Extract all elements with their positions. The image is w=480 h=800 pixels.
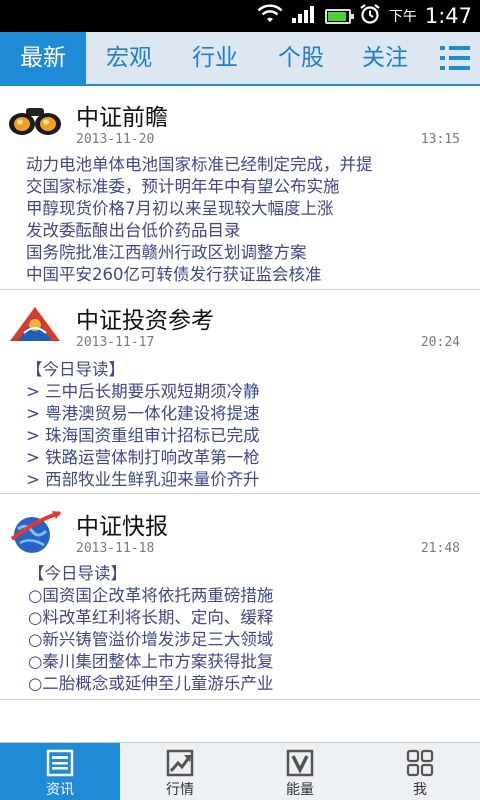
- clock-ampm: 下午: [388, 9, 417, 25]
- feed-card[interactable]: 中证快报 2013-11-18 21:48 【今日导读】 ○国资国企改革将依托两…: [0, 495, 480, 700]
- news-icon: [46, 749, 74, 777]
- signal-icon: [291, 4, 317, 28]
- nav-label: 行情: [166, 782, 194, 798]
- nav-label: 我: [413, 782, 427, 798]
- headline-item[interactable]: 发改委酝酿出台低价药品目录: [26, 220, 470, 242]
- nav-news[interactable]: 资讯: [0, 743, 120, 800]
- headline-item[interactable]: ○料改革红利将长期、定向、缓释: [28, 607, 470, 629]
- category-tab-bar: 最新 宏观 行业 个股 关注: [0, 32, 480, 86]
- list-menu-icon[interactable]: [440, 44, 470, 72]
- headline-item[interactable]: 中国平安260亿可转债发行获证监会核准: [26, 264, 470, 286]
- headline-list: 【今日导读】 ○国资国企改革将依托两重磅措施 ○料改革红利将长期、定向、缓释 ○…: [28, 563, 470, 695]
- nav-label: 资讯: [46, 782, 74, 798]
- headline-item[interactable]: 动力电池单体电池国家标准已经制定完成，并提: [26, 154, 470, 176]
- card-time: 21:48: [420, 541, 460, 556]
- headline-item[interactable]: ○秦川集团整体上市方案获得批复: [28, 651, 470, 673]
- nav-market[interactable]: 行情: [120, 743, 240, 800]
- wifi-icon: [257, 4, 283, 28]
- headline-item[interactable]: > 珠海国资重组审计招标已完成: [26, 425, 470, 447]
- binoculars-icon: [8, 102, 62, 148]
- bottom-nav: 资讯 行情 能量 我: [0, 742, 480, 800]
- card-title: 中证前瞻: [76, 105, 168, 131]
- card-date: 2013-11-18: [76, 541, 155, 556]
- alarm-icon: [359, 3, 381, 29]
- headline-item[interactable]: 交国家标准委，预计明年年中有望公布实施: [26, 176, 470, 198]
- news-feed: 中证前瞻 2013-11-20 13:15 动力电池单体电池国家标准已经制定完成…: [0, 88, 480, 742]
- nav-me[interactable]: 我: [360, 743, 480, 800]
- card-title: 中证快报: [76, 514, 168, 540]
- headline-item[interactable]: > 粤港澳贸易一体化建设将提速: [26, 403, 470, 425]
- energy-v-icon: [286, 749, 314, 777]
- feed-card[interactable]: 中证投资参考 2013-11-17 20:24 【今日导读】 > 三中后长期要乐…: [0, 291, 480, 494]
- card-date: 2013-11-20: [76, 132, 155, 147]
- digest-heading: 【今日导读】: [26, 360, 125, 379]
- status-bar: 下午 1:47: [0, 0, 480, 32]
- headline-list: 【今日导读】 > 三中后长期要乐观短期须冷静 > 粤港澳贸易一体化建设将提速 >…: [26, 359, 470, 491]
- headline-item[interactable]: > 三中后长期要乐观短期须冷静: [26, 381, 470, 403]
- tab-macro[interactable]: 宏观: [86, 32, 172, 84]
- digest-heading: 【今日导读】: [28, 564, 127, 583]
- tab-stocks[interactable]: 个股: [258, 32, 344, 84]
- headline-item[interactable]: 甲醇现货价格7月初以来呈现较大幅度上涨: [26, 198, 470, 220]
- card-time: 13:15: [420, 132, 460, 147]
- card-date: 2013-11-17: [76, 335, 155, 350]
- globe-express-logo: [8, 509, 62, 555]
- headline-item[interactable]: ○国资国企改革将依托两重磅措施: [28, 585, 470, 607]
- card-title: 中证投资参考: [76, 308, 214, 334]
- nav-energy[interactable]: 能量: [240, 743, 360, 800]
- nav-label: 能量: [286, 782, 314, 798]
- tab-latest[interactable]: 最新: [0, 32, 86, 84]
- investment-reference-logo: [8, 303, 62, 349]
- tab-industry[interactable]: 行业: [172, 32, 258, 84]
- clock-time: 1:47: [424, 4, 472, 28]
- headline-item[interactable]: ○新兴铸管溢价增发涉足三大领域: [28, 629, 470, 651]
- headline-item[interactable]: > 西部牧业生鲜乳迎来量价齐升: [26, 469, 470, 491]
- grid-profile-icon: [406, 749, 434, 777]
- headline-item[interactable]: 国务院批准江西赣州行政区划调整方案: [26, 242, 470, 264]
- headline-item[interactable]: ○二胎概念或延伸至儿童游乐产业: [28, 673, 470, 695]
- status-icons: 下午 1:47: [257, 0, 472, 32]
- battery-icon: [324, 8, 354, 24]
- headline-list: 动力电池单体电池国家标准已经制定完成，并提 交国家标准委，预计明年年中有望公布实…: [26, 154, 470, 286]
- card-time: 20:24: [420, 335, 460, 350]
- chart-trend-icon: [166, 749, 194, 777]
- tab-watchlist[interactable]: 关注: [344, 32, 426, 84]
- feed-card[interactable]: 中证前瞻 2013-11-20 13:15 动力电池单体电池国家标准已经制定完成…: [0, 88, 480, 290]
- headline-item[interactable]: > 铁路运营体制打响改革第一枪: [26, 447, 470, 469]
